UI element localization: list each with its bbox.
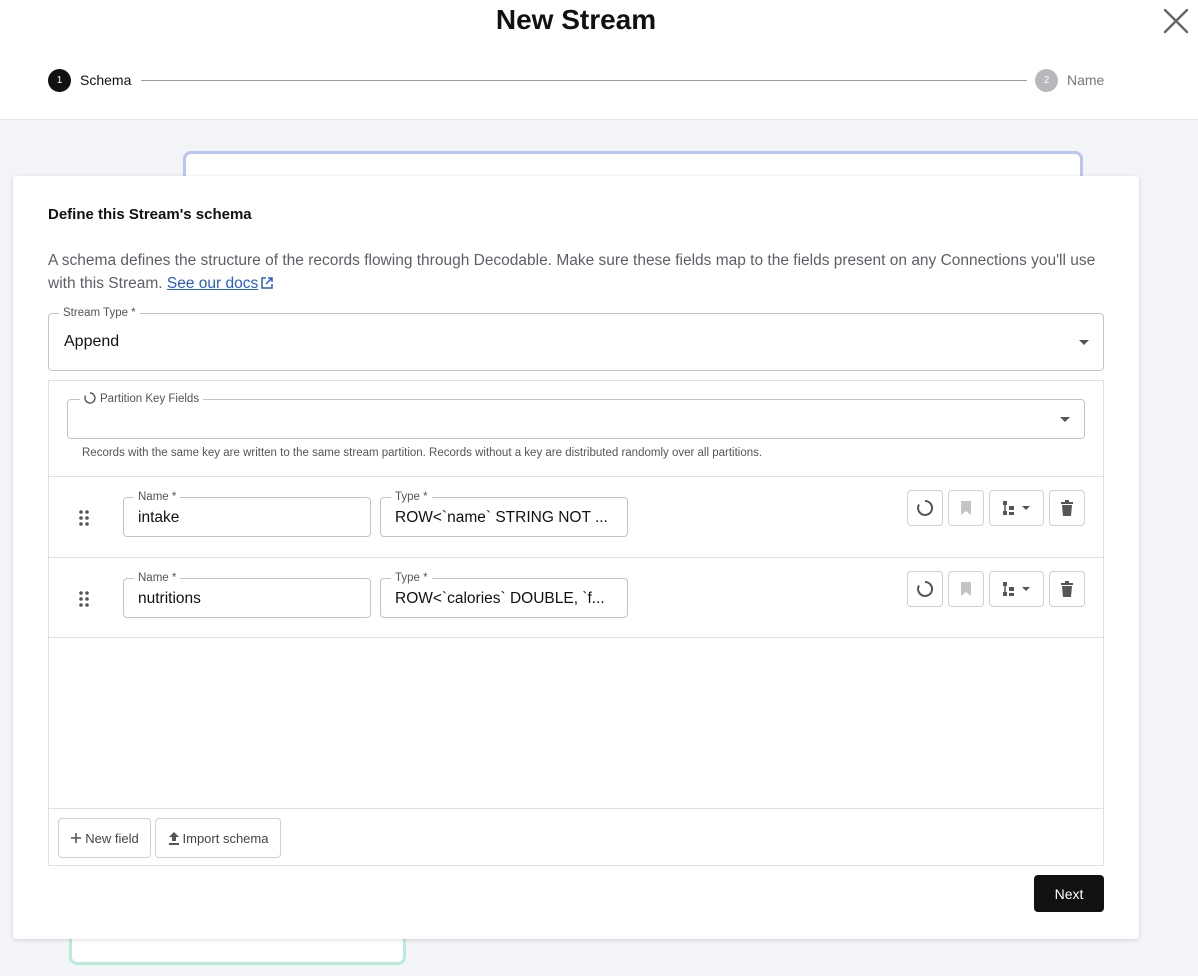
delete-field-button[interactable] xyxy=(1049,571,1085,607)
docs-link[interactable]: See our docs xyxy=(167,275,274,292)
stepper: 1 Schema 2 Name xyxy=(48,69,1104,93)
field-name-value: intake xyxy=(138,509,180,526)
import-schema-label: Import schema xyxy=(182,830,269,846)
schema-card: Define this Stream's schema A schema def… xyxy=(13,176,1139,939)
step-1-label: Schema xyxy=(80,72,132,88)
stream-type-label: Stream Type * xyxy=(59,305,140,321)
next-button[interactable]: Next xyxy=(1034,875,1104,912)
card-heading: Define this Stream's schema xyxy=(48,206,252,223)
bookmark-button[interactable] xyxy=(948,571,984,607)
trash-icon xyxy=(1061,500,1073,516)
docs-link-label: See our docs xyxy=(166,275,259,292)
hierarchy-icon xyxy=(1002,501,1030,515)
new-field-label: New field xyxy=(85,830,139,846)
field-name-input[interactable]: Name * intake xyxy=(123,489,371,537)
field-type-input[interactable]: Type * ROW<`calories` DOUBLE, `f... xyxy=(380,570,628,618)
field-name-label: Name * xyxy=(134,570,181,586)
field-row: Name * intake Type * ROW<`name` STRING N… xyxy=(49,477,1103,558)
bookmark-button[interactable] xyxy=(948,490,984,526)
field-type-label: Type * xyxy=(391,570,432,586)
field-name-input[interactable]: Name * nutritions xyxy=(123,570,371,618)
plus-icon xyxy=(71,833,82,843)
trash-icon xyxy=(1061,581,1073,597)
refresh-button[interactable] xyxy=(907,571,943,607)
refresh-button[interactable] xyxy=(907,490,943,526)
fields-footer: New field Import schema xyxy=(49,808,1103,865)
close-button[interactable] xyxy=(1160,6,1192,36)
stream-type-value: Append xyxy=(64,333,120,350)
field-row: Name * nutritions Type * ROW<`calories` … xyxy=(49,558,1103,638)
modal-header: New Stream 1 Schema 2 Name xyxy=(0,0,1198,120)
step-2-label: Name xyxy=(1067,72,1105,88)
partition-helper-text: Records with the same key are written to… xyxy=(82,447,763,459)
step-1-indicator: 1 xyxy=(48,69,71,92)
step-connector xyxy=(141,80,1027,81)
bookmark-icon xyxy=(961,582,971,596)
loading-spinner-icon xyxy=(84,392,96,404)
field-options-button[interactable] xyxy=(989,571,1044,607)
bookmark-icon xyxy=(961,501,971,515)
field-type-value: ROW<`name` STRING NOT ... xyxy=(395,509,608,526)
external-link-icon xyxy=(261,277,273,289)
chevron-down-icon xyxy=(1060,417,1070,422)
field-options-button[interactable] xyxy=(989,490,1044,526)
field-type-value: ROW<`calories` DOUBLE, `f... xyxy=(395,590,605,607)
partition-key-select[interactable]: Partition Key Fields xyxy=(67,391,1085,439)
card-description: A schema defines the structure of the re… xyxy=(48,249,1108,295)
step-2-indicator: 2 xyxy=(1035,69,1058,92)
delete-field-button[interactable] xyxy=(1049,490,1085,526)
drag-handle-icon[interactable] xyxy=(78,509,90,527)
import-schema-button[interactable]: Import schema xyxy=(155,818,281,858)
field-name-value: nutritions xyxy=(138,590,201,607)
partition-section: Partition Key Fields Records with the sa… xyxy=(49,381,1103,477)
partition-key-label-text: Partition Key Fields xyxy=(100,393,200,405)
close-icon xyxy=(1163,8,1189,34)
partition-key-label: Partition Key Fields xyxy=(80,391,204,407)
new-field-button[interactable]: New field xyxy=(58,818,151,858)
field-type-input[interactable]: Type * ROW<`name` STRING NOT ... xyxy=(380,489,628,537)
upload-icon xyxy=(168,832,179,845)
stream-type-select[interactable]: Stream Type * Append xyxy=(48,305,1104,371)
drag-handle-icon[interactable] xyxy=(78,590,90,608)
refresh-icon xyxy=(917,499,934,516)
page-title: New Stream xyxy=(495,4,657,35)
hierarchy-icon xyxy=(1002,582,1030,596)
field-name-label: Name * xyxy=(134,489,181,505)
field-type-label: Type * xyxy=(391,489,432,505)
chevron-down-icon xyxy=(1079,340,1089,345)
schema-fields-panel: Partition Key Fields Records with the sa… xyxy=(48,380,1104,866)
refresh-icon xyxy=(917,580,934,597)
